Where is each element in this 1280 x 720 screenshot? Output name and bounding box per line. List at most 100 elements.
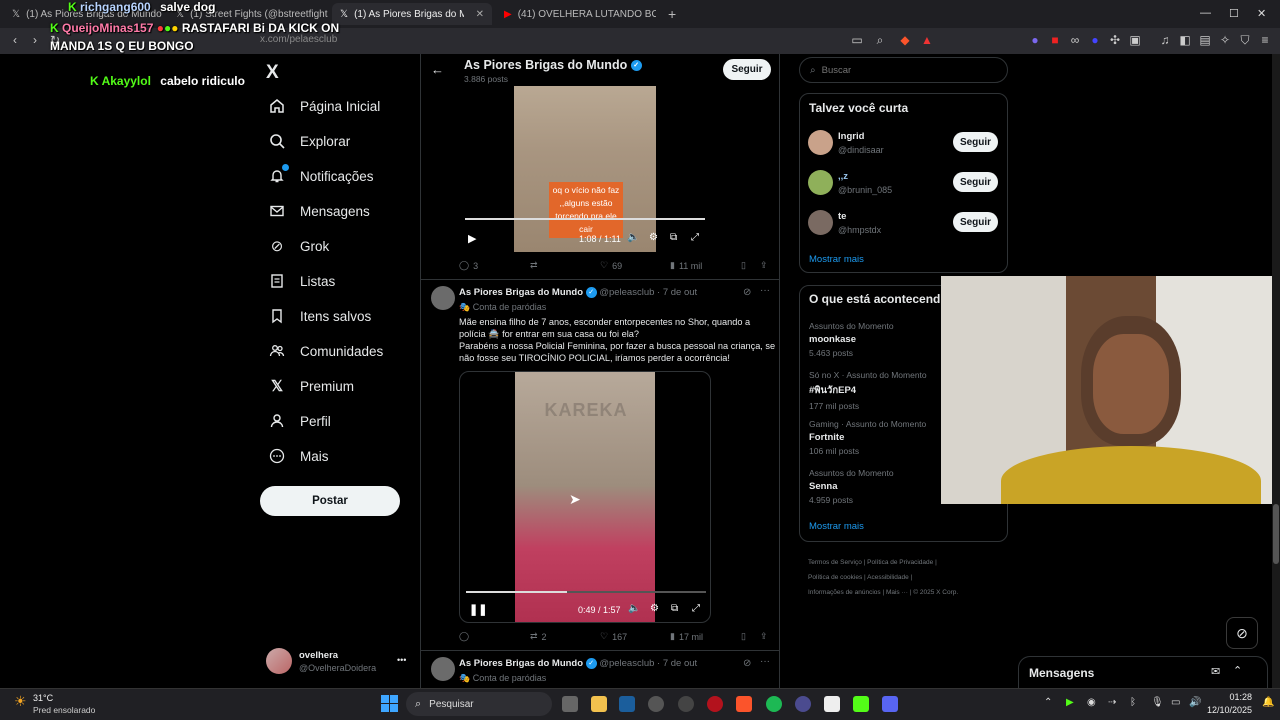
follow-button[interactable]: Seguir [953, 132, 998, 152]
brave-rewards-icon[interactable]: ▲ [920, 33, 934, 47]
post-handle[interactable]: @peleasclub [599, 287, 654, 298]
new-message-icon[interactable]: ✉ [1211, 665, 1220, 678]
app-icon[interactable] [795, 696, 811, 712]
like-button[interactable]: ♡ 69 [600, 260, 622, 271]
app-icon[interactable] [648, 696, 664, 712]
clock-date[interactable]: 12/10/2025 [1204, 705, 1252, 715]
scrollbar[interactable] [1272, 54, 1280, 688]
suggest-name[interactable]: ,,z [838, 171, 848, 182]
suggest-name[interactable]: te [838, 211, 846, 222]
avatar[interactable] [808, 170, 833, 195]
sidebar-icon[interactable]: ◧ [1178, 33, 1192, 47]
suggest-name[interactable]: Ingrid [838, 131, 864, 142]
share-button[interactable]: ⇪ [760, 260, 768, 271]
avatar[interactable] [808, 130, 833, 155]
sidebar-item-explore[interactable]: Explorar [268, 132, 350, 150]
grok-post-icon[interactable]: ⊘ [743, 658, 751, 669]
minimize-icon[interactable]: — [1200, 7, 1211, 19]
clock-time[interactable]: 01:28 [1208, 692, 1252, 702]
trend-item[interactable]: Assuntos do Momento Senna 4.959 posts [809, 468, 894, 505]
grok-float-icon[interactable]: ⊘ [1226, 617, 1258, 649]
new-tab-button[interactable]: + [660, 3, 680, 25]
brave-shield-icon[interactable]: ◆ [898, 33, 912, 47]
bookmark-button[interactable]: ▯ [741, 260, 746, 271]
avatar[interactable] [266, 648, 292, 674]
search-box[interactable]: ⌕ [799, 57, 1008, 83]
dock-icon[interactable]: ⧉ [670, 232, 677, 243]
leo-icon[interactable]: ✧ [1218, 33, 1232, 47]
app-icon[interactable] [678, 696, 694, 712]
zoom-icon[interactable]: ⌕ [873, 33, 887, 47]
file-explorer-icon[interactable] [591, 696, 607, 712]
extension-icon[interactable]: ■ [1048, 33, 1062, 47]
tray-expand-icon[interactable]: ⌃ [1044, 697, 1052, 708]
post-date[interactable]: · 7 de out [657, 658, 697, 669]
play-icon[interactable]: ▶ [468, 232, 476, 245]
extension-icon[interactable]: ● [1028, 33, 1042, 47]
post-more-icon[interactable]: ··· [760, 656, 770, 667]
x-logo-icon[interactable]: X [266, 62, 279, 84]
settings-icon[interactable]: ⚙ [649, 232, 658, 243]
follow-button[interactable]: Seguir [953, 172, 998, 192]
post-author[interactable]: As Piores Brigas do Mundo [459, 287, 583, 298]
footer-link[interactable]: Termos de Serviço [808, 559, 862, 566]
sidebar-item-home[interactable]: Página Inicial [268, 97, 380, 115]
avatar[interactable] [808, 210, 833, 235]
sidebar-item-communities[interactable]: Comunidades [268, 342, 383, 360]
taskbar-search[interactable]: ⌕ Pesquisar [406, 692, 552, 716]
footer-link[interactable]: Informações de anúncios [808, 589, 881, 596]
repost-button[interactable]: ⇄ [530, 260, 542, 271]
video-player[interactable]: oq o vício não faz ,,alguns estão torcen… [459, 86, 711, 252]
steam-icon[interactable] [619, 696, 635, 712]
video-progress-bar[interactable] [465, 218, 705, 220]
tray-app-icon[interactable]: ▶ [1066, 697, 1074, 708]
show-more-link[interactable]: Mostrar mais [809, 521, 864, 532]
sidebar-item-premium[interactable]: 𝕏 Premium [268, 377, 354, 395]
menu-icon[interactable]: ≡ [1258, 33, 1272, 47]
puzzle-icon[interactable]: ✣ [1108, 33, 1122, 47]
dock-icon[interactable]: ⧉ [671, 603, 678, 614]
music-icon[interactable]: ♫ [1158, 33, 1172, 47]
weather-icon[interactable]: ☀ [14, 693, 27, 710]
back-icon[interactable]: ‹ [8, 33, 22, 47]
sidebar-item-bookmarks[interactable]: Itens salvos [268, 307, 371, 325]
search-input[interactable] [821, 64, 992, 76]
fullscreen-icon[interactable]: ⤢ [691, 232, 699, 243]
post-more-icon[interactable]: ··· [760, 285, 770, 296]
avatar[interactable] [431, 286, 455, 310]
close-tab-icon[interactable]: ✕ [476, 9, 484, 20]
tab-3-active[interactable]: 𝕏(1) As Piores Brigas do Mundo ✕ [332, 3, 492, 25]
document-icon[interactable] [824, 696, 840, 712]
microphone-icon[interactable]: 🎙 [1151, 697, 1164, 708]
bluetooth-icon[interactable]: ᛒ [1130, 697, 1136, 708]
forward-icon[interactable]: › [28, 33, 42, 47]
sidebar-item-more[interactable]: Mais [268, 447, 329, 465]
pause-icon[interactable]: ❚❚ [469, 603, 487, 616]
back-arrow-icon[interactable]: ← [431, 62, 444, 77]
views-button[interactable]: ▮ 11 mil [670, 260, 702, 271]
spotify-icon[interactable] [766, 696, 782, 712]
follow-button[interactable]: Seguir [953, 212, 998, 232]
reply-button[interactable]: ◯ 3 [459, 260, 478, 271]
maximize-icon[interactable]: ☐ [1229, 7, 1239, 20]
post-button[interactable]: Postar [260, 486, 400, 516]
fullscreen-icon[interactable]: ⤢ [692, 603, 700, 614]
views-button[interactable]: ▮ 17 mil [670, 631, 703, 642]
messages-drawer[interactable]: Mensagens ✉ ⌃ [1018, 656, 1268, 688]
share-button[interactable]: ⇪ [760, 631, 768, 642]
expand-icon[interactable]: ⌃ [1233, 664, 1242, 677]
brave-icon[interactable] [736, 696, 752, 712]
video-player[interactable]: KAREKA ❚❚ 0:49 / 1:57 🔈 ⚙ ⧉ ⤢ [459, 371, 711, 623]
tray-app-icon[interactable]: ◉ [1087, 697, 1096, 708]
footer-link[interactable]: Acessibilidade [867, 574, 909, 581]
volume-icon[interactable]: 🔊 [1189, 697, 1201, 708]
wallet-icon[interactable]: ▤ [1198, 33, 1212, 47]
discord-icon[interactable] [882, 696, 898, 712]
volume-icon[interactable]: 🔈 [627, 232, 639, 243]
video-progress-track[interactable] [466, 591, 706, 593]
reply-button[interactable]: ◯ [459, 631, 473, 642]
bookmark-button[interactable]: ▯ [741, 631, 746, 642]
screenshot-icon[interactable]: ▣ [1128, 33, 1142, 47]
show-more-link[interactable]: Mostrar mais [809, 254, 864, 265]
account-more-icon[interactable]: ••• [397, 655, 406, 665]
